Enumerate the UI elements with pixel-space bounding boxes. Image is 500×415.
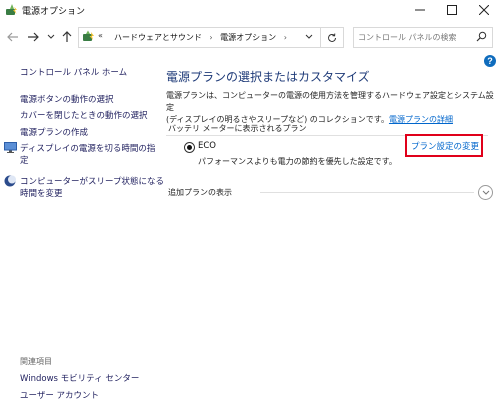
battery-plans-heading: バッテリ メーターに表示されるプラン (168, 124, 307, 133)
related-mobility-center[interactable]: Windows モビリティ センター (20, 372, 139, 384)
breadcrumb-hardware-sound[interactable]: ハードウェアとサウンド (114, 33, 202, 42)
recent-locations-button[interactable] (44, 30, 58, 44)
chevron-down-icon (47, 34, 55, 39)
expand-additional-plans-button[interactable] (478, 185, 493, 200)
maximize-icon (447, 5, 457, 15)
arrow-up-icon (62, 31, 72, 42)
control-panel-icon (83, 30, 94, 41)
description-line1: 電源プランは、コンピューターの電源の使用方法を管理するハードウェア設定とシステム… (166, 91, 494, 112)
arrow-left-icon (7, 32, 18, 42)
sidebar-item-create-plan[interactable]: 電源プランの作成 (20, 126, 88, 138)
power-plan-details-link[interactable]: 電源プランの詳細 (389, 115, 453, 124)
maximize-button[interactable] (436, 0, 468, 20)
related-user-accounts[interactable]: ユーザー アカウント (20, 389, 99, 401)
show-additional-plans-label[interactable]: 追加プランの表示 (168, 187, 232, 198)
minimize-icon (415, 9, 425, 11)
close-icon (479, 5, 489, 15)
address-dropdown-button[interactable] (302, 30, 316, 44)
chevron-down-icon (305, 34, 313, 39)
page-description: 電源プランは、コンピューターの電源の使用方法を管理するハードウェア設定とシステム… (166, 90, 496, 126)
radio-selected-dot (187, 145, 192, 150)
sleep-icon (4, 175, 16, 187)
additional-plans-divider (260, 192, 474, 193)
close-button[interactable] (468, 0, 500, 20)
sidebar-item-display-off[interactable]: ディスプレイの電源を切る時間の指 定 (20, 142, 155, 166)
sidebar-item-label: コンピューターがスリープ状態になる (20, 177, 164, 187)
refresh-button[interactable] (320, 27, 344, 48)
search-placeholder: コントロール パネルの検索 (358, 33, 457, 42)
search-icon[interactable] (476, 31, 487, 42)
chevron-down-icon (482, 190, 489, 195)
page-title: 電源プランの選択またはカスタマイズ (166, 70, 370, 84)
minimize-button[interactable] (404, 0, 436, 20)
breadcrumb-separator: › (283, 33, 287, 42)
sidebar-item-label: ディスプレイの電源を切る時間の指 (20, 144, 156, 154)
forward-button[interactable] (26, 30, 40, 44)
sidebar-item-label-cont: 時間を変更 (20, 189, 63, 199)
sidebar-item-power-button[interactable]: 電源ボタンの動作の選択 (20, 93, 114, 105)
back-button[interactable] (6, 30, 20, 44)
help-button[interactable]: ? (484, 55, 496, 67)
eco-plan-description: パフォーマンスよりも電力の節約を優先した設定です。 (198, 157, 397, 166)
power-options-app-icon (6, 4, 17, 15)
change-plan-settings-link[interactable]: プラン設定の変更 (411, 140, 479, 152)
sidebar-item-sleep-time[interactable]: コンピューターがスリープ状態になる 時間を変更 (20, 175, 164, 199)
breadcrumb: ハードウェアとサウンド › 電源オプション › (114, 32, 287, 43)
address-overflow[interactable]: « (98, 31, 103, 40)
sidebar-item-label-cont: 定 (20, 156, 29, 166)
refresh-icon (328, 33, 336, 42)
breadcrumb-separator: › (209, 33, 213, 42)
display-icon (4, 142, 17, 153)
arrow-right-icon (28, 32, 39, 42)
breadcrumb-power-options[interactable]: 電源オプション (220, 33, 276, 42)
window-title: 電源オプション (22, 7, 86, 17)
eco-plan-label[interactable]: ECO (198, 141, 216, 151)
sidebar-item-lid-close[interactable]: カバーを閉じたときの動作の選択 (20, 109, 148, 121)
up-button[interactable] (60, 30, 74, 44)
related-heading: 関連項目 (20, 357, 52, 366)
sidebar-home-link[interactable]: コントロール パネル ホーム (20, 66, 127, 78)
